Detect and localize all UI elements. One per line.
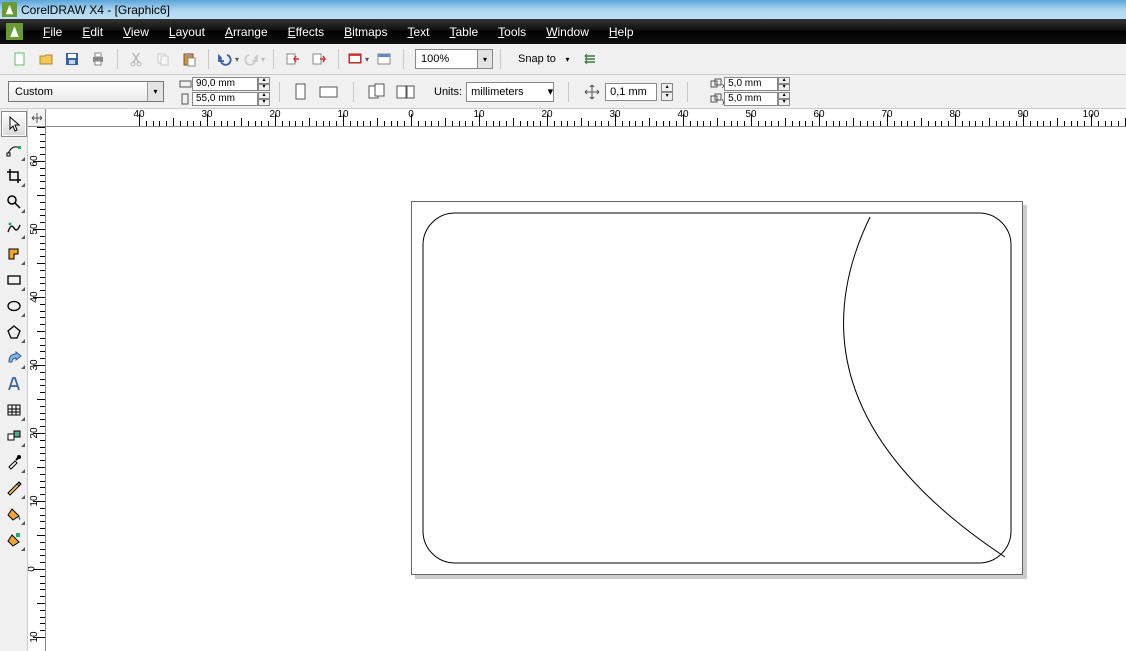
units-label: Units: (434, 86, 462, 98)
open-button[interactable] (34, 47, 58, 71)
portrait-button[interactable] (289, 80, 313, 104)
page-height-input[interactable]: 55,0 mm (192, 92, 258, 106)
export-button[interactable] (307, 47, 331, 71)
app-icon (2, 2, 17, 17)
fill-tool[interactable] (1, 501, 27, 527)
horizontal-ruler[interactable]: 403020100102030405060708090100 (46, 109, 1126, 127)
welcome-button[interactable] (372, 47, 396, 71)
smart-fill-tool[interactable] (1, 241, 27, 267)
pick-tool[interactable] (1, 111, 27, 137)
page-width-input[interactable]: 90,0 mm (192, 77, 258, 91)
paste-button[interactable] (177, 47, 201, 71)
crop-tool[interactable] (1, 163, 27, 189)
title-bar: CorelDRAW X4 - [Graphic6] (0, 0, 1126, 19)
units-combo[interactable]: millimeters▾ (466, 82, 554, 102)
menu-table[interactable]: Table (439, 22, 488, 42)
menu-text[interactable]: Text (397, 22, 439, 42)
menu-bitmaps[interactable]: Bitmaps (334, 22, 397, 42)
menu-view[interactable]: View (113, 22, 159, 42)
interactive-fill-tool[interactable] (1, 527, 27, 553)
nudge-icon (583, 80, 601, 104)
snap-to-select[interactable]: Snap to▾ (514, 49, 576, 69)
menu-effects[interactable]: Effects (278, 22, 334, 42)
height-spinner[interactable]: ▴▾ (258, 92, 270, 106)
zoom-select[interactable]: 100%▾ (415, 49, 493, 69)
dup-y-icon: y (710, 93, 724, 106)
paper-size-value: Custom (15, 86, 53, 98)
nudge-spinner[interactable]: ▴▾ (661, 83, 673, 101)
menu-help[interactable]: Help (599, 22, 644, 42)
copy-button[interactable] (151, 47, 175, 71)
menu-layout[interactable]: Layout (159, 22, 215, 42)
canvas-area[interactable]: 403020100102030405060708090100 100102030… (28, 109, 1126, 651)
current-page-button[interactable] (394, 80, 418, 104)
toolbox (0, 109, 28, 651)
dup-x-input[interactable]: 5,0 mm (724, 77, 778, 91)
window-title: CorelDRAW X4 - [Graphic6] (21, 3, 170, 17)
basic-shapes-tool[interactable] (1, 345, 27, 371)
page-dimensions: 90,0 mm ▴▾ 55,0 mm ▴▾ (178, 77, 270, 107)
ellipse-tool[interactable] (1, 293, 27, 319)
interactive-tool[interactable] (1, 423, 27, 449)
nudge-input[interactable]: 0,1 mm (605, 83, 657, 101)
polygon-tool[interactable] (1, 319, 27, 345)
text-tool[interactable] (1, 371, 27, 397)
freehand-tool[interactable] (1, 215, 27, 241)
table-tool[interactable] (1, 397, 27, 423)
landscape-button[interactable] (317, 80, 341, 104)
menu-window[interactable]: Window (536, 22, 599, 42)
vertical-ruler[interactable]: 100102030405060 (28, 127, 46, 651)
snap-label: Snap to (518, 53, 556, 65)
height-icon (178, 93, 192, 106)
paper-size-combo[interactable]: Custom▾ (8, 81, 164, 102)
menu-arrange[interactable]: Arrange (215, 22, 278, 42)
width-icon (178, 78, 192, 91)
options-button[interactable] (578, 47, 602, 71)
workspace: 403020100102030405060708090100 100102030… (0, 109, 1126, 651)
menu-bar: FileEditViewLayoutArrangeEffectsBitmapsT… (0, 19, 1126, 44)
menu-edit[interactable]: Edit (72, 22, 113, 42)
undo-button[interactable]: ▾ (216, 47, 240, 71)
import-button[interactable] (281, 47, 305, 71)
all-pages-button[interactable] (366, 80, 390, 104)
ruler-origin[interactable] (28, 109, 46, 127)
shape-tool[interactable] (1, 137, 27, 163)
menu-file[interactable]: File (33, 22, 72, 42)
new-button[interactable] (8, 47, 32, 71)
standard-toolbar: ▾ ▾ ▾ 100%▾ Snap to▾ (0, 44, 1126, 75)
save-button[interactable] (60, 47, 84, 71)
rectangle-tool[interactable] (1, 267, 27, 293)
cut-button[interactable] (125, 47, 149, 71)
outline-tool[interactable] (1, 475, 27, 501)
eyedropper-tool[interactable] (1, 449, 27, 475)
zoom-value: 100% (421, 53, 449, 65)
dup-x-icon: x (710, 78, 724, 91)
dup-x-spinner[interactable]: ▴▾ (778, 77, 790, 91)
menu-tools[interactable]: Tools (488, 22, 536, 42)
app-launcher-button[interactable]: ▾ (346, 47, 370, 71)
doc-menu-icon[interactable] (6, 23, 23, 40)
dup-y-spinner[interactable]: ▴▾ (778, 92, 790, 106)
property-bar: Custom▾ 90,0 mm ▴▾ 55,0 mm ▴▾ Units: mil… (0, 75, 1126, 109)
drawing-objects (411, 201, 1023, 575)
zoom-tool[interactable] (1, 189, 27, 215)
width-spinner[interactable]: ▴▾ (258, 77, 270, 91)
dup-y-input[interactable]: 5,0 mm (724, 92, 778, 106)
print-button[interactable] (86, 47, 110, 71)
redo-button[interactable]: ▾ (242, 47, 266, 71)
duplicate-distance: x 5,0 mm ▴▾ y 5,0 mm ▴▾ (710, 77, 790, 107)
units-value: millimeters (471, 86, 524, 98)
